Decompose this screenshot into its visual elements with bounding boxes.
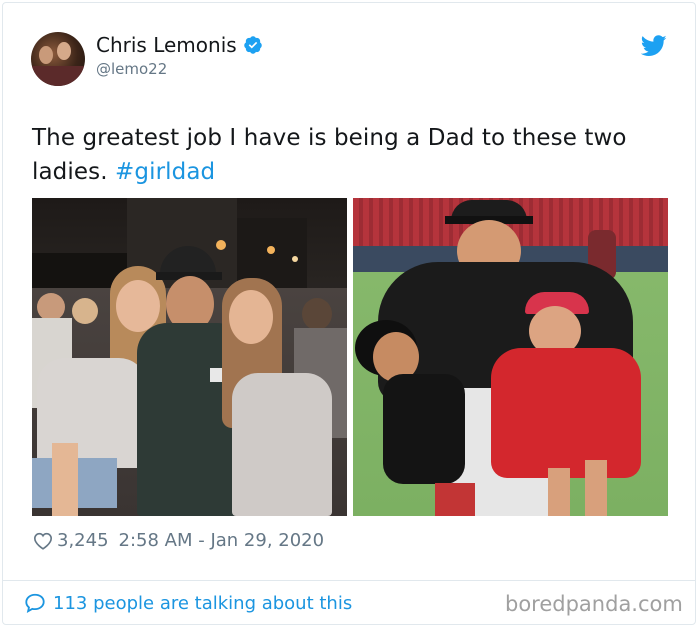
heart-icon[interactable] (33, 532, 53, 550)
speech-bubble-icon (25, 593, 45, 614)
divider (2, 580, 696, 581)
timestamp[interactable]: 2:58 AM - Jan 29, 2020 (119, 530, 325, 551)
photo-right[interactable] (353, 198, 668, 516)
talking-link[interactable]: 113 people are talking about this (24, 592, 352, 614)
verified-badge-icon (243, 36, 262, 54)
like-count[interactable]: 3,245 (57, 530, 109, 551)
avatar[interactable] (31, 32, 85, 86)
tweet-text: The greatest job I have is being a Dad t… (32, 121, 672, 189)
author-handle[interactable]: @lemo22 (96, 60, 167, 78)
talking-text[interactable]: 113 people are talking about this (53, 593, 352, 614)
author-name[interactable]: Chris Lemonis (96, 33, 237, 57)
hashtag-link[interactable]: #girldad (115, 159, 215, 185)
photo-left[interactable] (32, 198, 347, 516)
author-name-row[interactable]: Chris Lemonis (96, 33, 263, 57)
tweet-meta: 3,245 2:58 AM - Jan 29, 2020 (33, 530, 324, 551)
twitter-bird-icon[interactable] (641, 35, 667, 57)
watermark: boredpanda.com (505, 592, 683, 616)
